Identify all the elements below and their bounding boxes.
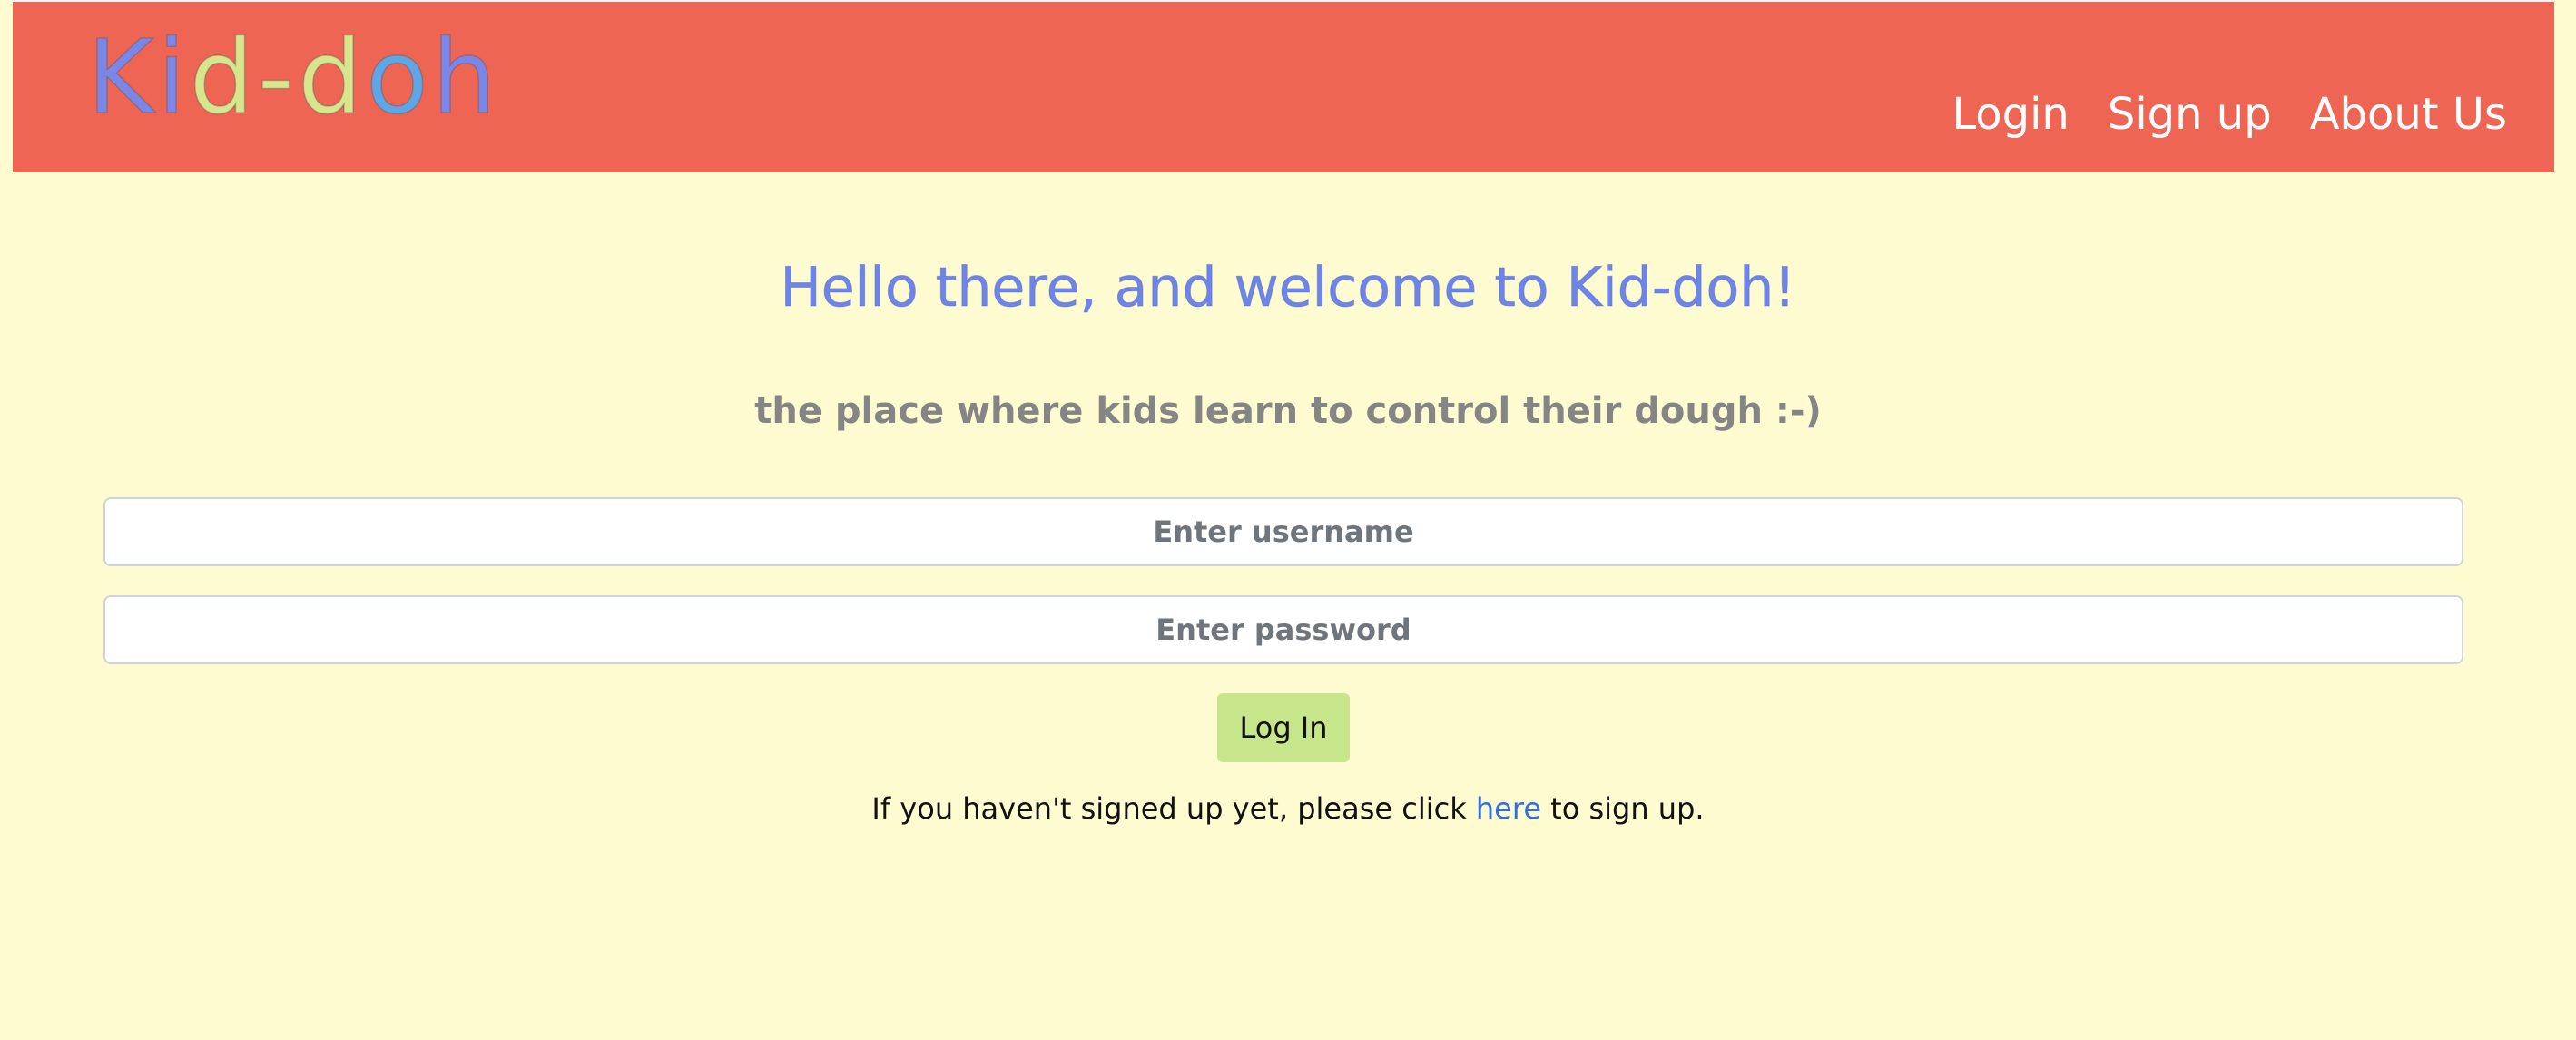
logo-letter: K (86, 19, 158, 137)
site-logo[interactable]: Kid-doh (86, 26, 500, 130)
main-nav: Login Sign up About Us (1952, 89, 2507, 140)
logo-letter: - (257, 19, 299, 137)
password-input[interactable] (103, 595, 2463, 664)
login-button[interactable]: Log In (1217, 693, 1350, 762)
logo-letter: i (157, 19, 190, 137)
welcome-heading: Hello there, and welcome to Kid-doh! (780, 256, 1796, 320)
nav-signup-link[interactable]: Sign up (2108, 89, 2272, 140)
signup-prefix-text: If you haven't signed up yet, please cli… (871, 791, 1476, 826)
site-header: Kid-doh Login Sign up About Us (13, 0, 2554, 172)
nav-about-link[interactable]: About Us (2310, 89, 2507, 140)
tagline: the place where kids learn to control th… (754, 390, 1822, 432)
signup-prompt: If you haven't signed up yet, please cli… (0, 791, 2576, 826)
logo-letter: d (297, 19, 367, 137)
nav-login-link[interactable]: Login (1952, 89, 2070, 140)
signup-here-link[interactable]: here (1476, 791, 1541, 826)
signup-suffix-text: to sign up. (1541, 791, 1705, 826)
logo-letter: d (189, 19, 258, 137)
logo-letter: h (431, 19, 500, 137)
username-input[interactable] (103, 497, 2463, 566)
logo-letter: o (365, 19, 432, 137)
